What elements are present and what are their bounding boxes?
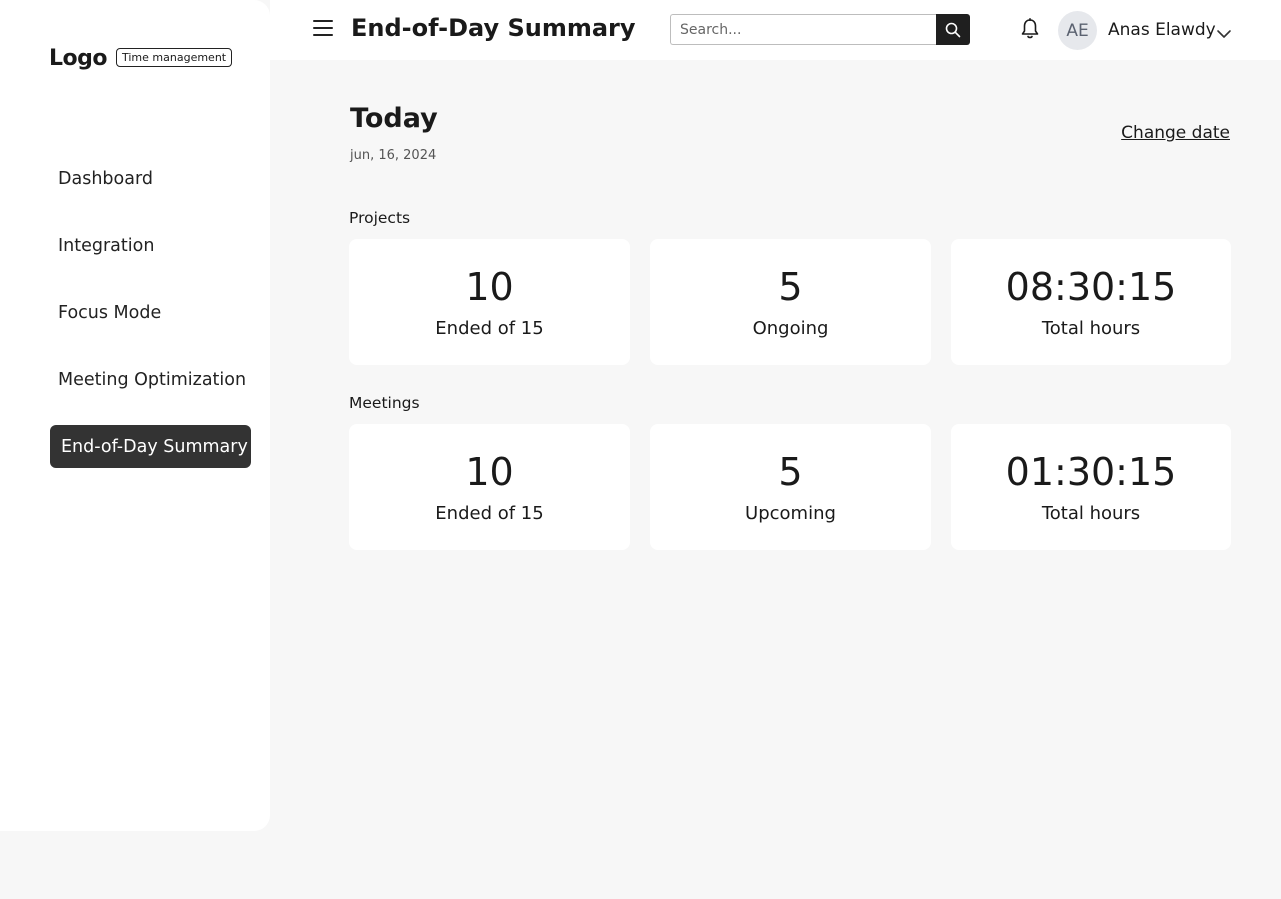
projects-ended-card: 10 Ended of 15 [349, 239, 630, 365]
sidebar-item-end-of-day-summary[interactable]: End-of-Day Summary [50, 425, 251, 468]
card-value: 10 [465, 265, 514, 309]
card-value: 10 [465, 450, 514, 494]
search-icon [945, 22, 961, 37]
card-value: 5 [778, 450, 803, 494]
projects-ongoing-card: 5 Ongoing [650, 239, 931, 365]
card-label: Ongoing [752, 318, 829, 339]
logo-badge: Time management [116, 48, 233, 67]
current-date: jun, 16, 2024 [350, 148, 437, 163]
projects-cards: 10 Ended of 15 5 Ongoing 08:30:15 Total … [349, 239, 1231, 365]
card-value: 08:30:15 [1005, 265, 1177, 309]
sidebar-nav: Dashboard Integration Focus Mode Meeting… [50, 157, 251, 492]
sidebar-item-focus-mode[interactable]: Focus Mode [50, 291, 251, 334]
change-date-link[interactable]: Change date [1121, 123, 1230, 143]
menu-icon[interactable] [313, 20, 333, 38]
card-label: Total hours [1041, 318, 1141, 339]
sidebar-item-meeting-optimization[interactable]: Meeting Optimization [50, 358, 251, 401]
card-label: Total hours [1041, 503, 1141, 524]
meetings-upcoming-card: 5 Upcoming [650, 424, 931, 550]
meetings-cards: 10 Ended of 15 5 Upcoming 01:30:15 Total… [349, 424, 1231, 550]
search-bar [670, 14, 970, 45]
projects-label: Projects [349, 209, 411, 227]
meetings-total-hours-card: 01:30:15 Total hours [951, 424, 1231, 550]
sidebar-item-integration[interactable]: Integration [50, 224, 251, 267]
meetings-ended-card: 10 Ended of 15 [349, 424, 630, 550]
section-heading: Today [350, 103, 438, 134]
card-value: 5 [778, 265, 803, 309]
top-bar: End-of-Day Summary AE Anas Elawdy [270, 0, 1281, 60]
card-label: Ended of 15 [435, 318, 544, 339]
chevron-down-icon [1217, 30, 1231, 38]
card-value: 01:30:15 [1005, 450, 1177, 494]
meetings-label: Meetings [349, 394, 420, 412]
user-menu-toggle[interactable] [1216, 24, 1232, 43]
sidebar: Logo Time management Dashboard Integrati… [0, 0, 270, 831]
notifications-button[interactable] [1020, 18, 1040, 44]
projects-total-hours-card: 08:30:15 Total hours [951, 239, 1231, 365]
bell-icon [1021, 18, 1039, 39]
card-label: Ended of 15 [435, 503, 544, 524]
search-input[interactable] [670, 14, 936, 45]
sidebar-item-dashboard[interactable]: Dashboard [50, 157, 251, 200]
user-name[interactable]: Anas Elawdy [1108, 20, 1216, 40]
search-button[interactable] [936, 14, 970, 45]
logo[interactable]: Logo [49, 46, 108, 71]
page-title: End-of-Day Summary [351, 14, 636, 42]
avatar[interactable]: AE [1058, 11, 1097, 50]
card-label: Upcoming [745, 503, 836, 524]
brand: Logo Time management [49, 46, 233, 71]
